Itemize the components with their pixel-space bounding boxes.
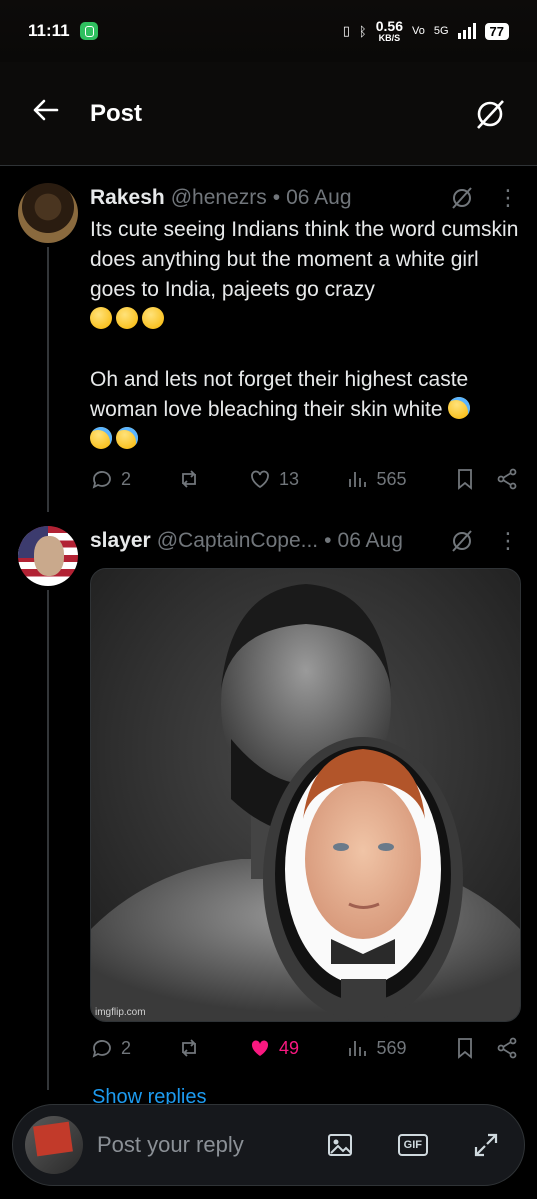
post-date[interactable]: 06 Aug [286, 186, 351, 210]
meme-image: imgflip.com [91, 569, 520, 1021]
avatar[interactable] [18, 183, 78, 243]
views-button[interactable]: 569 [345, 1036, 407, 1060]
heart-filled-icon [251, 1040, 268, 1056]
vibrate-icon: ▯ [342, 23, 350, 38]
clock: 11:11 [28, 21, 70, 40]
reply-button[interactable]: 2 [90, 467, 131, 491]
signal-icon [457, 23, 476, 39]
expand-icon[interactable] [472, 1131, 500, 1159]
grok-icon[interactable] [449, 185, 475, 211]
share-icon[interactable] [495, 1036, 519, 1060]
rofl-emoji-icon [116, 307, 138, 329]
volte-indicator: Vo [411, 25, 425, 37]
bookmark-icon[interactable] [453, 1036, 477, 1060]
like-button[interactable]: 49 [248, 1036, 299, 1060]
image-icon[interactable] [326, 1131, 354, 1159]
author-name[interactable]: Rakesh [90, 186, 165, 210]
reply-composer[interactable]: Post your reply GIF [12, 1104, 525, 1186]
avatar[interactable] [25, 1116, 83, 1174]
avatar[interactable] [18, 526, 78, 586]
more-icon[interactable]: ⋮ [497, 187, 519, 209]
share-icon[interactable] [495, 467, 519, 491]
more-icon[interactable]: ⋮ [497, 530, 519, 552]
thread-line [47, 590, 49, 1090]
network-type: 5G [433, 25, 449, 37]
repost-button[interactable] [177, 1036, 201, 1060]
tweet[interactable]: slayer @CaptainCope... • 06 Aug ⋮ imgfli… [0, 512, 537, 1108]
battery-icon: 77 [484, 22, 509, 40]
crying-emoji-icon [90, 427, 112, 449]
back-arrow-icon[interactable] [30, 95, 70, 133]
reply-button[interactable]: 2 [90, 1036, 131, 1060]
page-title: Post [90, 99, 143, 127]
rofl-emoji-icon [142, 307, 164, 329]
author-handle[interactable]: @henezrs [171, 186, 267, 210]
app-notification-icon [79, 22, 98, 40]
post-header: Post [0, 62, 537, 166]
tweet[interactable]: Rakesh @henezrs • 06 Aug ⋮ Its cute seei… [0, 167, 537, 512]
reply-icon [92, 1040, 111, 1058]
network-speed: 0.56 KB/S [375, 17, 403, 43]
views-button[interactable]: 565 [345, 467, 407, 491]
reply-icon [92, 471, 111, 489]
repost-icon [182, 470, 197, 488]
tweet-text: Its cute seeing Indians think the word c… [90, 215, 519, 455]
rofl-emoji-icon [90, 307, 112, 329]
post-date[interactable]: 06 Aug [338, 529, 403, 553]
repost-button[interactable] [177, 467, 201, 491]
thread-line [47, 247, 49, 512]
gif-button[interactable]: GIF [397, 1134, 428, 1156]
crying-emoji-icon [116, 427, 138, 449]
like-button[interactable]: 13 [248, 467, 299, 491]
views-icon [349, 1041, 367, 1056]
author-name[interactable]: slayer [90, 529, 151, 553]
status-bar: 11:11 ▯ ᛒ 0.56 KB/S Vo 5G 77 [0, 0, 537, 62]
bookmark-icon[interactable] [453, 467, 477, 491]
watermark: imgflip.com [95, 1007, 146, 1018]
grok-icon[interactable] [473, 97, 507, 131]
grok-icon[interactable] [449, 528, 475, 554]
views-icon [349, 472, 367, 487]
tweet-image[interactable]: imgflip.com [90, 568, 521, 1022]
author-handle[interactable]: @CaptainCope... [157, 529, 318, 553]
repost-icon [182, 1039, 197, 1057]
heart-icon [251, 470, 269, 489]
reply-input[interactable]: Post your reply [97, 1132, 326, 1158]
crying-emoji-icon [448, 397, 471, 419]
bluetooth-icon: ᛒ [358, 23, 367, 39]
